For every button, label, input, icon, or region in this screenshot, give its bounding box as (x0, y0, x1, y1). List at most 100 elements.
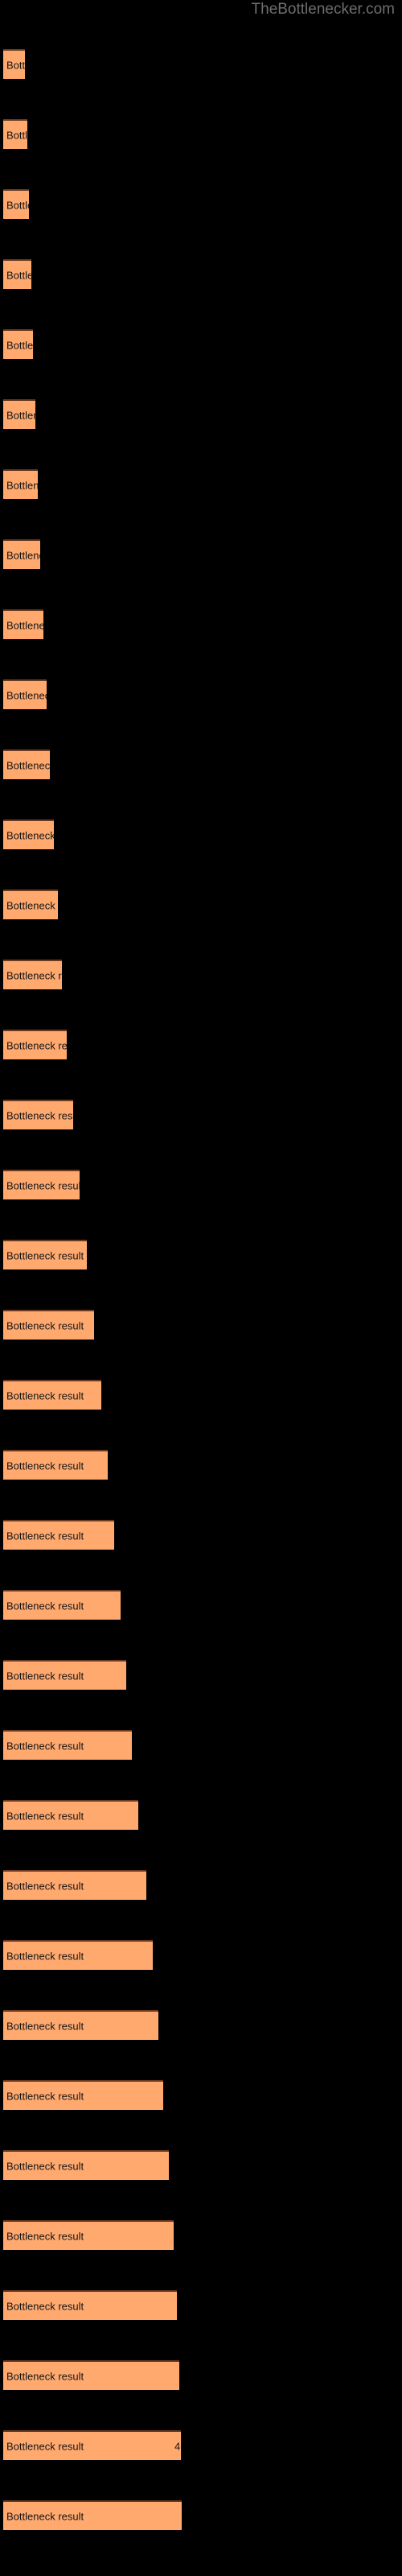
bar-label: Bottleneck result (6, 619, 43, 631)
bar-row[interactable]: Bottleneck result (3, 2010, 158, 2040)
bar-row[interactable]: Bottleneck result (3, 49, 25, 79)
bar[interactable]: Bottleneck result (3, 1730, 132, 1760)
bar-row[interactable]: Bottleneck result (3, 2220, 174, 2250)
bar[interactable]: Bottleneck result (3, 1240, 87, 1269)
bar[interactable]: Bottleneck result (3, 1310, 94, 1340)
bar-row[interactable]: Bottleneck result (3, 189, 29, 219)
bar[interactable]: Bottleneck result (3, 1660, 126, 1690)
bar-label: Bottleneck result (6, 1740, 84, 1752)
bar-label: Bottleneck result (6, 2230, 84, 2242)
bar[interactable]: Bottleneck result (3, 259, 31, 289)
bar-label: Bottleneck result (6, 2300, 84, 2312)
bar-row[interactable]: Bottleneck result (3, 329, 33, 359)
bar[interactable]: Bottleneck result (3, 1380, 101, 1410)
bar[interactable]: Bottleneck result (3, 890, 58, 919)
bar-row[interactable]: Bottleneck result (3, 960, 62, 989)
bar[interactable]: Bottleneck result (3, 1940, 153, 1970)
bar-row[interactable]: Bottleneck result (3, 119, 27, 149)
bar-row[interactable]: Bottleneck result (3, 1100, 73, 1129)
bar[interactable]: Bottleneck result (3, 2080, 163, 2110)
bar[interactable]: Bottleneck result (3, 819, 54, 849)
bar[interactable]: Bottleneck result (3, 399, 35, 429)
bar-row[interactable]: Bottleneck result (3, 1660, 126, 1690)
bar-row[interactable]: Bottleneck result (3, 1240, 87, 1269)
bar-label: Bottleneck result (6, 269, 31, 281)
bar-label: Bottleneck result (6, 1600, 84, 1612)
bar-label: Bottleneck result (6, 199, 29, 211)
bar-row[interactable]: Bottleneck result (3, 1170, 80, 1199)
bar-row[interactable]: Bottleneck result (3, 1520, 114, 1550)
bar-label: Bottleneck result (6, 1530, 84, 1542)
bar-label: Bottleneck result (6, 479, 38, 491)
bar[interactable]: Bottleneck result (3, 1800, 138, 1830)
bar-row[interactable]: Bottleneck result (3, 469, 38, 499)
bar-label: Bottleneck result (6, 1459, 84, 1472)
bar[interactable]: Bottleneck result (3, 2500, 182, 2530)
bar-row[interactable]: Bottleneck result 4 (3, 2430, 181, 2460)
bar-row[interactable]: Bottleneck result (3, 2290, 177, 2320)
bar-row[interactable]: Bottleneck result (3, 1800, 138, 1830)
bar-label: Bottleneck result (6, 2510, 84, 2522)
bar[interactable]: Bottleneck result (3, 2360, 179, 2390)
bar-label: Bottleneck result (6, 1039, 67, 1051)
bar[interactable]: Bottleneck result (3, 1870, 146, 1900)
bar[interactable]: Bottleneck result (3, 1030, 67, 1059)
bar[interactable]: Bottleneck result (3, 609, 43, 639)
bar[interactable]: Bottleneck result (3, 2290, 177, 2320)
bar[interactable]: Bottleneck result (3, 1170, 80, 1199)
bar-label: Bottleneck result (6, 2440, 84, 2452)
bar-label: Bottleneck result (6, 2160, 84, 2172)
bar[interactable]: Bottleneck result (3, 189, 29, 219)
bar-label: Bottleneck result (6, 1670, 84, 1682)
bar[interactable]: Bottleneck result (3, 49, 25, 79)
bar-row[interactable]: Bottleneck result (3, 2080, 163, 2110)
bar-label: Bottleneck result (6, 59, 25, 71)
bar-label: Bottleneck result (6, 549, 40, 561)
bar[interactable]: Bottleneck result (3, 749, 50, 779)
bar-row[interactable]: Bottleneck result (3, 1730, 132, 1760)
bar-row[interactable]: Bottleneck result (3, 890, 58, 919)
bar-row[interactable]: Bottleneck result (3, 819, 54, 849)
bars-layer: Bottleneck result Bottleneck result Bottle… (0, 0, 402, 2576)
bar-label: Bottleneck result (6, 689, 47, 701)
bar-label: Bottleneck result (6, 1950, 84, 1962)
bar-row[interactable]: Bottleneck result (3, 259, 31, 289)
bar-row[interactable]: Bottleneck result (3, 1310, 94, 1340)
bar[interactable]: Bottleneck result (3, 1520, 114, 1550)
bar-row[interactable]: Bottleneck result (3, 749, 50, 779)
bar[interactable]: Bottleneck result (3, 469, 38, 499)
bar[interactable]: Bottleneck result (3, 2220, 174, 2250)
bar-label: Bottleneck result (6, 129, 27, 141)
bar-row[interactable]: Bottleneck result (3, 1030, 67, 1059)
bar-label: Bottleneck result (6, 2090, 84, 2102)
bar[interactable]: Bottleneck result (3, 2150, 169, 2180)
bar-label: Bottleneck result (6, 1179, 80, 1191)
bar-row[interactable]: Bottleneck result (3, 609, 43, 639)
bar-row[interactable]: Bottleneck result (3, 2150, 169, 2180)
bar-row[interactable]: Bottleneck result (3, 1450, 108, 1480)
bar-label: Bottleneck result (6, 1880, 84, 1892)
bar-row[interactable]: Bottleneck result (3, 2500, 182, 2530)
bar-label: Bottleneck result (6, 1249, 84, 1261)
bar[interactable]: Bottleneck result (3, 539, 40, 569)
bar-row[interactable]: Bottleneck result (3, 1870, 146, 1900)
bar-label: Bottleneck result (6, 2020, 84, 2032)
bar-row[interactable]: Bottleneck result (3, 1590, 121, 1620)
bar-row[interactable]: Bottleneck result (3, 679, 47, 709)
bar-label: Bottleneck result (6, 969, 62, 981)
bar-row[interactable]: Bottleneck result (3, 2360, 179, 2390)
bar-label: Bottleneck result (6, 759, 50, 771)
bar[interactable]: Bottleneck result (3, 119, 27, 149)
bar[interactable]: Bottleneck result (3, 2010, 158, 2040)
bar[interactable]: Bottleneck result (3, 679, 47, 709)
bar[interactable]: Bottleneck result (3, 1100, 73, 1129)
bar-row[interactable]: Bottleneck result (3, 1380, 101, 1410)
bar-row[interactable]: Bottleneck result (3, 539, 40, 569)
bar[interactable]: Bottleneck result (3, 1450, 108, 1480)
bar[interactable]: Bottleneck result 4 (3, 2430, 181, 2460)
bar[interactable]: Bottleneck result (3, 1590, 121, 1620)
bar-row[interactable]: Bottleneck result (3, 1940, 153, 1970)
bar[interactable]: Bottleneck result (3, 329, 33, 359)
bar[interactable]: Bottleneck result (3, 960, 62, 989)
bar-row[interactable]: Bottleneck result (3, 399, 35, 429)
